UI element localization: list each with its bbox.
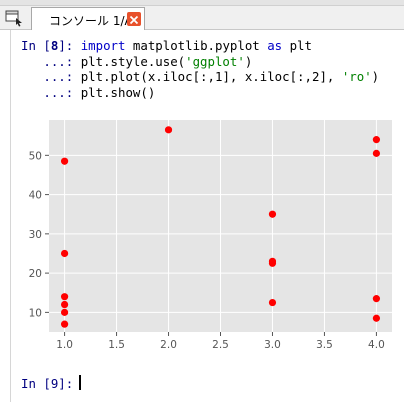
code-line: ...: plt.style.use('ggplot') bbox=[21, 54, 379, 70]
x-tick-label: 1.5 bbox=[108, 339, 125, 351]
code-token: ], x.iloc[:, bbox=[222, 69, 312, 84]
tab-bar-top-edge bbox=[0, 0, 404, 6]
y-tick-label: 10 bbox=[29, 307, 42, 319]
code-token: ], bbox=[319, 69, 342, 84]
x-tick-label: 1.0 bbox=[56, 339, 73, 351]
data-point bbox=[268, 298, 277, 307]
code-token: matplotlib.pyplot bbox=[125, 38, 268, 53]
data-point bbox=[60, 308, 69, 316]
continuation-prompt: ...: bbox=[21, 53, 81, 69]
input-prompt-label: In [ bbox=[21, 38, 51, 53]
code-line: ...: plt.show() bbox=[21, 85, 379, 101]
data-point bbox=[60, 300, 69, 309]
data-point bbox=[60, 293, 69, 301]
console-tab-bar: コンソール 1/A bbox=[0, 0, 404, 30]
x-tick-label: 4.0 bbox=[368, 339, 385, 351]
y-tick-label: 40 bbox=[29, 190, 42, 202]
code-token: ) bbox=[244, 53, 253, 69]
data-point bbox=[372, 136, 381, 144]
code-token: ) bbox=[371, 69, 380, 84]
y-tick-label: 50 bbox=[29, 150, 42, 162]
code-token: as bbox=[267, 38, 283, 53]
close-tab-icon[interactable] bbox=[127, 12, 141, 26]
code-token: plt.show() bbox=[80, 84, 156, 100]
code-token: 'ggplot' bbox=[185, 53, 245, 69]
y-tick-label: 30 bbox=[29, 229, 42, 241]
x-tick-label: 3.5 bbox=[316, 339, 333, 351]
x-tick-label: 2.0 bbox=[160, 339, 177, 351]
x-tick-label: 2.5 bbox=[212, 339, 229, 351]
y-tick-label: 20 bbox=[29, 268, 42, 280]
data-point bbox=[60, 157, 69, 165]
code-token: plt.plot(x.iloc[:, bbox=[80, 69, 215, 84]
code-token: plt.style.use( bbox=[80, 53, 186, 69]
data-point bbox=[268, 259, 277, 267]
text-cursor bbox=[79, 375, 81, 390]
data-point bbox=[60, 320, 69, 328]
browse-tabs-icon[interactable] bbox=[3, 9, 25, 27]
continuation-prompt: ...: bbox=[21, 84, 81, 100]
tab-console-1a[interactable]: コンソール 1/A bbox=[31, 7, 145, 30]
data-point bbox=[372, 314, 381, 322]
ipython-console[interactable]: In [8]: import matplotlib.pyplot as plt … bbox=[10, 30, 404, 402]
code-line: In [8]: import matplotlib.pyplot as plt bbox=[21, 38, 379, 54]
console-history: In [8]: import matplotlib.pyplot as plt … bbox=[21, 38, 379, 100]
scatter-plot: 1.0 1.5 2.0 2.5 3.0 3.5 4.0 10 20 30 40 50 bbox=[29, 120, 392, 351]
input-prompt-suffix: ]: bbox=[58, 38, 81, 53]
code-token: 'ro' bbox=[341, 69, 372, 84]
data-point bbox=[60, 249, 69, 258]
data-point bbox=[268, 210, 277, 218]
data-point bbox=[372, 295, 381, 303]
code-line: ...: plt.plot(x.iloc[:,1], x.iloc[:,2], … bbox=[21, 69, 379, 85]
input-prompt: In [9]: bbox=[21, 376, 81, 391]
x-tick-label: 3.0 bbox=[264, 339, 281, 351]
data-point bbox=[372, 149, 381, 157]
continuation-prompt: ...: bbox=[21, 69, 81, 84]
spyder-console-window: コンソール 1/A In [8]: import matplotlib.pypl… bbox=[0, 0, 404, 402]
code-token: import bbox=[80, 38, 126, 53]
tab-label: コンソール 1/A bbox=[49, 14, 133, 28]
data-point bbox=[164, 126, 173, 134]
code-token: plt bbox=[282, 38, 312, 53]
